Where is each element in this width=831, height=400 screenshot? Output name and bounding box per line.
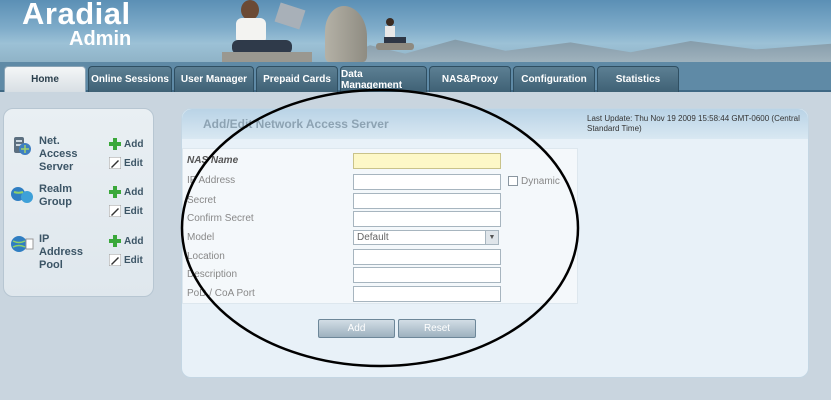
sidebar-item-label: IP Address Pool	[39, 233, 84, 271]
sidebar-realm-add-button[interactable]: Add	[109, 186, 143, 198]
add-button[interactable]: Add	[318, 319, 395, 338]
chevron-down-icon[interactable]: ▼	[485, 231, 498, 244]
edit-pencil-icon	[109, 157, 121, 169]
ip-address-label: IP Address	[187, 175, 236, 186]
sidebar-panel: Net. Access Server Add Edit Realm Group …	[3, 108, 154, 297]
page-title: Add/Edit Network Access Server	[203, 117, 389, 131]
tab-configuration[interactable]: Configuration	[513, 66, 595, 92]
sidebar-ip-add-button[interactable]: Add	[109, 235, 143, 247]
banner-rock	[325, 6, 367, 62]
dynamic-label: Dynamic	[521, 176, 560, 187]
sidebar-item-nas: Net. Access Server	[10, 135, 89, 174]
sidebar-realm-edit-button[interactable]: Edit	[109, 205, 143, 217]
location-label: Location	[187, 251, 225, 262]
location-input[interactable]	[353, 249, 501, 265]
tab-nas-proxy[interactable]: NAS&Proxy	[429, 66, 511, 92]
add-plus-icon	[109, 186, 121, 198]
sidebar-item-label: Realm Group	[39, 183, 73, 208]
sidebar-nas-edit-button[interactable]: Edit	[109, 157, 143, 169]
main-nav: Home Online Sessions User Manager Prepai…	[0, 62, 831, 92]
edit-pencil-icon	[109, 205, 121, 217]
reset-button[interactable]: Reset	[398, 319, 476, 338]
dynamic-checkbox[interactable]	[508, 176, 518, 186]
nas-name-label: NAS Name	[187, 155, 239, 166]
model-select-value: Default	[357, 232, 389, 243]
sidebar-item-label: Net. Access Server	[39, 135, 78, 173]
ip-address-input[interactable]	[353, 174, 501, 190]
confirm-secret-label: Confirm Secret	[187, 213, 254, 224]
add-plus-icon	[109, 138, 121, 150]
tab-prepaid-cards[interactable]: Prepaid Cards	[256, 66, 338, 92]
sidebar-ip-edit-button[interactable]: Edit	[109, 254, 143, 266]
add-plus-icon	[109, 235, 121, 247]
last-update-text: Last Update: Thu Nov 19 2009 15:58:44 GM…	[587, 114, 800, 133]
description-input[interactable]	[353, 267, 501, 283]
tab-user-manager[interactable]: User Manager	[174, 66, 254, 92]
sidebar-nas-add-button[interactable]: Add	[109, 138, 143, 150]
tab-data-management[interactable]: Data Management	[340, 66, 427, 92]
model-label: Model	[187, 232, 215, 243]
logo-subtitle: Admin	[69, 28, 132, 50]
pod-port-label: PoD / CoA Port	[187, 288, 255, 299]
nas-name-input[interactable]	[353, 153, 501, 169]
description-label: Description	[187, 269, 238, 280]
ip-pool-globe-icon	[11, 236, 34, 252]
confirm-secret-input[interactable]	[353, 211, 501, 227]
banner-person-sitting-icon	[376, 18, 414, 50]
sidebar-item-realm-group: Realm Group	[10, 183, 89, 209]
tab-statistics[interactable]: Statistics	[597, 66, 679, 92]
edit-pencil-icon	[109, 254, 121, 266]
sidebar-item-ip-pool: IP Address Pool	[10, 233, 89, 272]
realm-group-icon	[11, 187, 33, 203]
secret-input[interactable]	[353, 193, 501, 209]
model-select[interactable]: Default ▼	[353, 230, 499, 245]
secret-label: Secret	[187, 195, 216, 206]
banner-person-laptop-icon	[222, 0, 312, 62]
pod-port-input[interactable]	[353, 286, 501, 302]
header-banner: Aradial Admin	[0, 0, 831, 62]
tab-home[interactable]: Home	[4, 66, 86, 92]
server-icon	[14, 137, 31, 155]
tab-online-sessions[interactable]: Online Sessions	[88, 66, 172, 92]
